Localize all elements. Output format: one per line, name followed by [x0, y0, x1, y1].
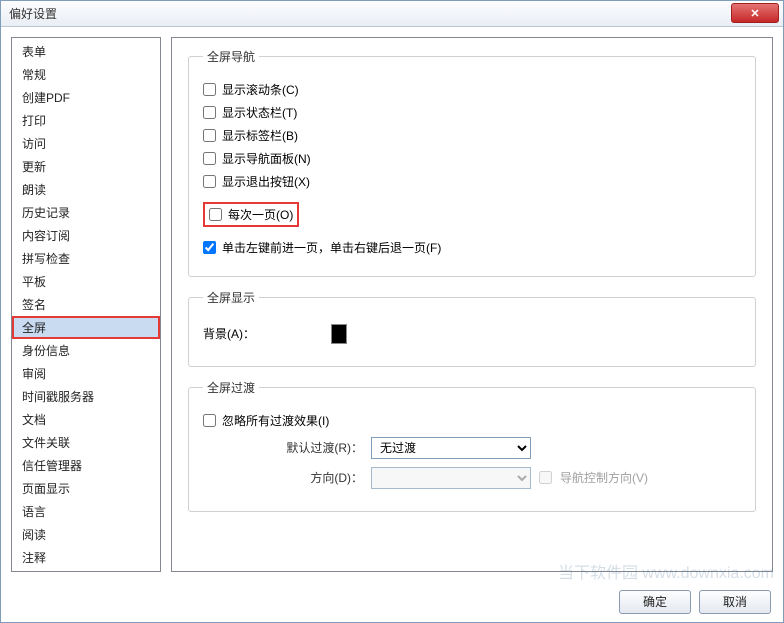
sidebar-item-document[interactable]: 文档	[12, 408, 160, 431]
ignore-transitions-checkbox[interactable]	[203, 414, 216, 427]
fullscreen-transition-group: 全屏过渡 忽略所有过渡效果(I) 默认过渡(R)： 无过渡 方向(D)： 导航控…	[188, 379, 756, 512]
close-button[interactable]: ✕	[731, 3, 779, 23]
display-group-legend: 全屏显示	[203, 289, 259, 306]
sidebar-item-pagedisplay[interactable]: 页面显示	[12, 477, 160, 500]
one-page-label: 每次一页(O)	[228, 206, 293, 223]
fullscreen-display-group: 全屏显示 背景(A)：	[188, 289, 756, 367]
show-exitbtn-label: 显示退出按钮(X)	[222, 173, 310, 190]
click-nav-checkbox[interactable]	[203, 241, 216, 254]
sidebar-item-timestamp[interactable]: 时间戳服务器	[12, 385, 160, 408]
show-statusbar-label: 显示状态栏(T)	[222, 104, 297, 121]
default-transition-label: 默认过渡(R)：	[203, 439, 363, 456]
click-nav-label: 单击左键前进一页，单击右键后退一页(F)	[222, 239, 441, 256]
window-title: 偏好设置	[9, 5, 57, 22]
sidebar-item-read[interactable]: 阅读	[12, 523, 160, 546]
show-exitbtn-checkbox[interactable]	[203, 175, 216, 188]
background-label: 背景(A)：	[203, 325, 255, 342]
dialog-footer: 确定 取消	[1, 582, 783, 622]
nav-group-legend: 全屏导航	[203, 48, 259, 65]
ignore-transitions-label: 忽略所有过渡效果(I)	[222, 412, 329, 429]
direction-select[interactable]	[371, 467, 531, 489]
sidebar-item-trust[interactable]: 信任管理器	[12, 454, 160, 477]
dialog-body: 表单 常规 创建PDF 打印 访问 更新 朗读 历史记录 内容订阅 拼写检查 平…	[1, 27, 783, 582]
fullscreen-nav-group: 全屏导航 显示滚动条(C) 显示状态栏(T) 显示标签栏(B) 显示导航面板(N…	[188, 48, 756, 277]
transition-group-legend: 全屏过渡	[203, 379, 259, 396]
show-navpanel-label: 显示导航面板(N)	[222, 150, 311, 167]
sidebar-item-tablet[interactable]: 平板	[12, 270, 160, 293]
sidebar-item-review[interactable]: 审阅	[12, 362, 160, 385]
show-scrollbar-label: 显示滚动条(C)	[222, 81, 299, 98]
sidebar-item-spellcheck[interactable]: 拼写检查	[12, 247, 160, 270]
sidebar-item-signature[interactable]: 签名	[12, 293, 160, 316]
show-tabbar-label: 显示标签栏(B)	[222, 127, 298, 144]
cancel-button[interactable]: 取消	[699, 590, 771, 614]
sidebar-item-access[interactable]: 访问	[12, 132, 160, 155]
sidebar-item-reading[interactable]: 朗读	[12, 178, 160, 201]
sidebar-item-general[interactable]: 常规	[12, 63, 160, 86]
settings-content: 全屏导航 显示滚动条(C) 显示状态栏(T) 显示标签栏(B) 显示导航面板(N…	[171, 37, 773, 572]
background-color-swatch[interactable]	[331, 324, 347, 344]
sidebar-item-identity[interactable]: 身份信息	[12, 339, 160, 362]
show-tabbar-checkbox[interactable]	[203, 129, 216, 142]
preferences-window: 偏好设置 ✕ 表单 常规 创建PDF 打印 访问 更新 朗读 历史记录 内容订阅…	[0, 0, 784, 623]
ok-button[interactable]: 确定	[619, 590, 691, 614]
sidebar-item-comments[interactable]: 注释	[12, 546, 160, 569]
show-scrollbar-checkbox[interactable]	[203, 83, 216, 96]
sidebar-item-subscription[interactable]: 内容订阅	[12, 224, 160, 247]
sidebar-item-language[interactable]: 语言	[12, 500, 160, 523]
sidebar-item-update[interactable]: 更新	[12, 155, 160, 178]
category-sidebar: 表单 常规 创建PDF 打印 访问 更新 朗读 历史记录 内容订阅 拼写检查 平…	[11, 37, 161, 572]
titlebar: 偏好设置 ✕	[1, 1, 783, 27]
sidebar-item-print[interactable]: 打印	[12, 109, 160, 132]
default-transition-select[interactable]: 无过渡	[371, 437, 531, 459]
one-page-checkbox[interactable]	[209, 208, 222, 221]
nav-control-direction-label: 导航控制方向(V)	[560, 469, 648, 486]
nav-control-direction-checkbox[interactable]	[539, 471, 552, 484]
show-statusbar-checkbox[interactable]	[203, 106, 216, 119]
close-icon: ✕	[750, 7, 759, 20]
sidebar-item-createpdf[interactable]: 创建PDF	[12, 86, 160, 109]
direction-label: 方向(D)：	[203, 469, 363, 486]
sidebar-item-fullscreen[interactable]: 全屏	[12, 316, 160, 339]
show-navpanel-checkbox[interactable]	[203, 152, 216, 165]
sidebar-item-fileassoc[interactable]: 文件关联	[12, 431, 160, 454]
sidebar-item-history[interactable]: 历史记录	[12, 201, 160, 224]
sidebar-item-forms[interactable]: 表单	[12, 40, 160, 63]
